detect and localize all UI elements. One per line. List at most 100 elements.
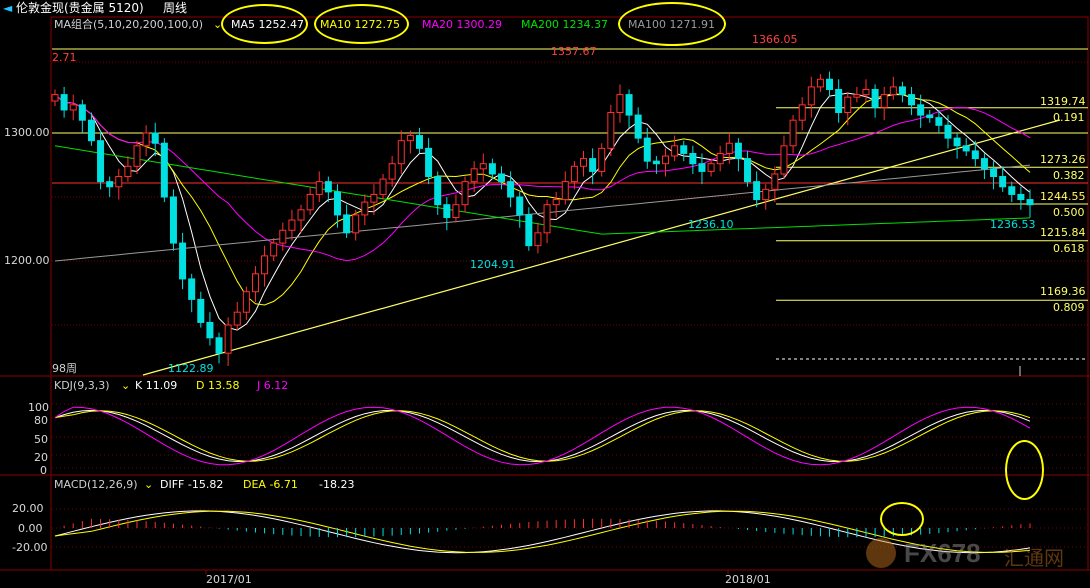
fib-ratio-0618: 0.618 (1053, 242, 1085, 255)
peak-label-1357: 1357.67 (551, 45, 597, 58)
x-axis-label-2018: 2018/01 (725, 573, 771, 586)
bars-count-label: 98周 (52, 362, 77, 375)
macd-chevron-icon[interactable]: ⌄ (144, 478, 153, 491)
candle-up (844, 96, 852, 114)
candle-down (488, 163, 496, 175)
candle-up (242, 291, 250, 313)
candle-down (753, 181, 761, 201)
candle-up (607, 112, 615, 149)
fib-price-0500: 1244.55 (1040, 190, 1086, 203)
low-label-1236-b: 1236.53 (990, 218, 1036, 231)
macd-axis-label: 20.00 (12, 502, 44, 515)
candle-down (151, 132, 159, 144)
candle-up (297, 209, 305, 221)
candle-down (652, 160, 660, 165)
candle-up (789, 119, 797, 147)
candle-down (78, 104, 86, 121)
candle-up (771, 173, 779, 190)
kdj-axis-label: 50 (34, 433, 48, 446)
fib-price-0191: 1319.74 (1040, 95, 1086, 108)
candle-down (953, 137, 961, 147)
candle-up (616, 94, 624, 114)
candle-down (1017, 193, 1025, 201)
ma10-line (54, 93, 1031, 306)
candle-down (434, 176, 442, 206)
candle-down (926, 114, 934, 119)
candle-up (288, 219, 296, 231)
candle-down (333, 191, 341, 216)
fib-ratio-0500: 0.500 (1053, 206, 1085, 219)
candle-up (671, 145, 679, 157)
candle-down (415, 135, 423, 149)
watermark-circle-icon (866, 538, 896, 568)
candle-up (306, 193, 314, 211)
candle-down (516, 196, 524, 216)
candle-up (361, 201, 369, 216)
candle-down (835, 88, 843, 114)
kdj-k-line (54, 409, 1031, 463)
candle-down (944, 124, 952, 139)
candle-up (780, 145, 788, 175)
candle-down (87, 119, 95, 142)
macd-axis-label: -20.00 (12, 541, 48, 554)
kdj-chevron-icon[interactable]: ⌄ (121, 379, 130, 392)
macd-dea-value: DEA -6.71 (243, 478, 298, 491)
watermark-text: FX678 (904, 538, 981, 568)
kdj-k-value: K 11.09 (135, 379, 178, 392)
low-label-1236-a: 1236.10 (688, 218, 734, 231)
candle-down (188, 278, 196, 300)
candle-down (343, 214, 351, 234)
candle-up (124, 165, 132, 178)
kdj-label[interactable]: KDJ(9,3,3) (54, 379, 110, 392)
candle-down (962, 145, 970, 152)
candle-up (397, 140, 405, 165)
candle-down (689, 152, 697, 165)
candle-up (461, 181, 469, 206)
candle-up (570, 165, 578, 183)
macd-label[interactable]: MACD(12,26,9) (54, 478, 138, 491)
macd-histogram-value: -18.23 (319, 478, 355, 491)
candle-down (525, 214, 533, 247)
candle-up (470, 168, 478, 183)
candle-down (169, 196, 177, 244)
candle-down (634, 114, 642, 139)
peak-label-1366: 1366.05 (752, 33, 798, 46)
candle-up (807, 86, 815, 106)
candle-up (798, 104, 806, 121)
candle-down (917, 104, 925, 116)
candle-up (816, 78, 824, 88)
candle-up (662, 155, 670, 165)
candlestick-chart[interactable] (0, 0, 1090, 588)
kdj-axis-label: 100 (28, 401, 49, 414)
kdj-j-value: J 6.12 (257, 379, 289, 392)
candle-up (543, 204, 551, 234)
x-axis-label-2017: 2017/01 (206, 573, 252, 586)
candle-down (680, 145, 688, 154)
annotation-circle-macd (880, 502, 924, 536)
candle-down (97, 140, 105, 183)
candle-up (142, 132, 150, 147)
candle-down (971, 150, 979, 160)
kdj-axis-label: 0 (40, 464, 47, 477)
price-axis-label: 1200.00 (4, 254, 50, 267)
candle-down (990, 168, 998, 178)
candle-up (51, 94, 59, 102)
candle-down (643, 137, 651, 162)
candle-up (352, 214, 360, 234)
candle-down (935, 117, 943, 126)
candle-down (734, 142, 742, 160)
candle-up (270, 242, 278, 257)
watermark-cn: 汇通网 (1004, 546, 1064, 570)
candle-down (698, 163, 706, 172)
candle-up (233, 311, 241, 326)
annotation-circle-ma100 (618, 2, 726, 46)
fib-ratio-0191: 0.191 (1053, 111, 1085, 124)
candle-up (69, 104, 77, 111)
candle-up (379, 178, 387, 195)
ma200-line (54, 145, 1031, 235)
candle-down (980, 158, 988, 170)
candle-up (115, 176, 123, 188)
low-label-1122: 1122.89 (168, 362, 214, 375)
kdj-axis-label: 20 (34, 451, 48, 464)
candle-down (497, 173, 505, 183)
